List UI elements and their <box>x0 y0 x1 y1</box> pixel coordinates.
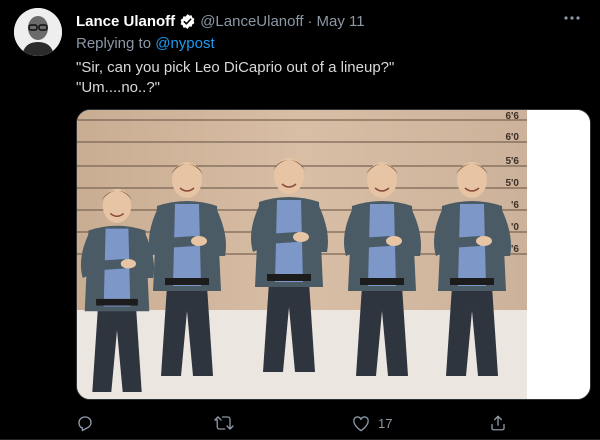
like-button[interactable]: 17 <box>352 411 392 435</box>
author-name[interactable]: Lance Ulanoff <box>76 13 175 30</box>
tweet-text-line: "Um....no..?" <box>76 79 161 96</box>
heart-icon <box>353 415 369 431</box>
tweet[interactable]: Lance Ulanoff @LanceUlanoff · May 11 Rep… <box>0 0 600 440</box>
reply-button[interactable] <box>76 411 102 435</box>
more-horizontal-icon <box>564 16 580 20</box>
reply-icon <box>78 416 92 432</box>
height-label: 5'0 <box>505 178 519 189</box>
avatar[interactable] <box>14 8 62 56</box>
tweet-header: Lance Ulanoff @LanceUlanoff · May 11 <box>76 11 365 31</box>
reply-mention-link[interactable]: @nypost <box>155 35 214 52</box>
tweet-media[interactable]: 6'6 6'0 5'6 5'0 '6 '0 '6 <box>76 109 591 400</box>
replying-to: Replying to @nypost <box>76 35 215 52</box>
tweet-text: "Sir, can you pick Leo DiCaprio out of a… <box>76 58 576 98</box>
like-count: 17 <box>378 415 393 431</box>
height-label: 6'6 <box>505 111 519 122</box>
height-label: 6'0 <box>505 132 519 143</box>
height-label: '0 <box>511 222 519 233</box>
height-label: '6 <box>511 200 519 211</box>
separator-dot: · <box>307 12 313 30</box>
retweet-icon <box>214 416 234 430</box>
avatar-image <box>14 8 62 56</box>
share-icon <box>491 415 505 431</box>
height-label: '6 <box>511 244 519 255</box>
tweet-actions: 17 <box>76 411 516 435</box>
replying-prefix: Replying to <box>76 35 156 52</box>
tweet-text-line: "Sir, can you pick Leo DiCaprio out of a… <box>76 59 395 76</box>
more-options-button[interactable] <box>560 8 584 28</box>
height-label: 5'6 <box>505 156 519 167</box>
share-button[interactable] <box>489 411 515 435</box>
author-handle[interactable]: @LanceUlanoff <box>200 13 303 30</box>
lineup-meme-image: 6'6 6'0 5'6 5'0 '6 '0 '6 <box>77 110 590 399</box>
tweet-date[interactable]: May 11 <box>317 13 365 30</box>
retweet-button[interactable] <box>214 411 242 435</box>
verified-badge-icon <box>179 13 196 30</box>
